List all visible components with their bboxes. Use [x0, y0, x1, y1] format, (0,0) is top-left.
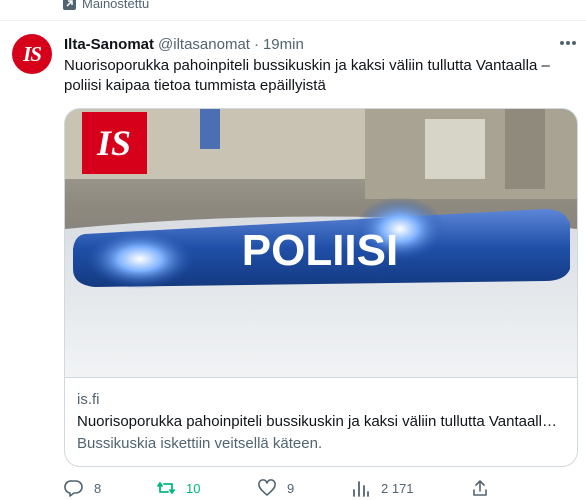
card-image-logo-text: IS	[96, 123, 131, 163]
more-icon	[560, 41, 576, 45]
author-name[interactable]: Ilta-Sanomat	[64, 36, 154, 53]
tweet-header: Ilta-Sanomat @iltasanomat · 19min	[64, 35, 304, 53]
like-button[interactable]: 9	[257, 478, 294, 498]
author-handle[interactable]: @iltasanomat	[158, 36, 250, 53]
card-description: Bussikuskia iskettiin veitsellä käteen.	[77, 435, 323, 452]
views-count: 2 171	[381, 480, 414, 496]
more-options-button[interactable]	[558, 33, 578, 53]
previous-tweet-strip: Mainostettu	[0, 0, 586, 21]
reply-count: 8	[94, 480, 102, 496]
share-button[interactable]	[470, 478, 490, 498]
promoted-icon	[63, 0, 76, 10]
card-image-sign-text: POLIISI	[242, 226, 398, 275]
card-image[interactable]: POLIISI IS	[65, 109, 577, 378]
share-icon	[473, 480, 487, 496]
tweet-text: Nuorisoporukka pahoinpiteli bussikuskin …	[64, 57, 550, 94]
promoted-text: Mainostettu	[82, 0, 150, 11]
retweet-count: 10	[186, 480, 201, 496]
like-count: 9	[287, 480, 295, 496]
promoted-label-row: Mainostettu	[63, 0, 149, 11]
reply-icon	[64, 480, 83, 497]
tweet-actions: 8 10 9 2 171	[64, 478, 579, 500]
timestamp[interactable]: 19min	[263, 36, 304, 53]
avatar-logo-text: IS	[23, 41, 42, 66]
link-card[interactable]: POLIISI IS is.fi Nuorisoporukka pahoinpi…	[64, 108, 578, 467]
reply-button[interactable]: 8	[64, 478, 101, 498]
avatar[interactable]: IS	[12, 34, 52, 74]
separator-dot: ·	[253, 35, 259, 53]
card-domain: is.fi	[77, 391, 100, 408]
retweet-button[interactable]: 10	[156, 478, 200, 498]
like-icon	[258, 479, 276, 496]
views-icon	[353, 481, 369, 497]
card-title[interactable]: Nuorisoporukka pahoinpiteli bussikuskin …	[77, 413, 565, 430]
views-button[interactable]: 2 171	[351, 478, 414, 498]
retweet-icon	[157, 482, 175, 494]
